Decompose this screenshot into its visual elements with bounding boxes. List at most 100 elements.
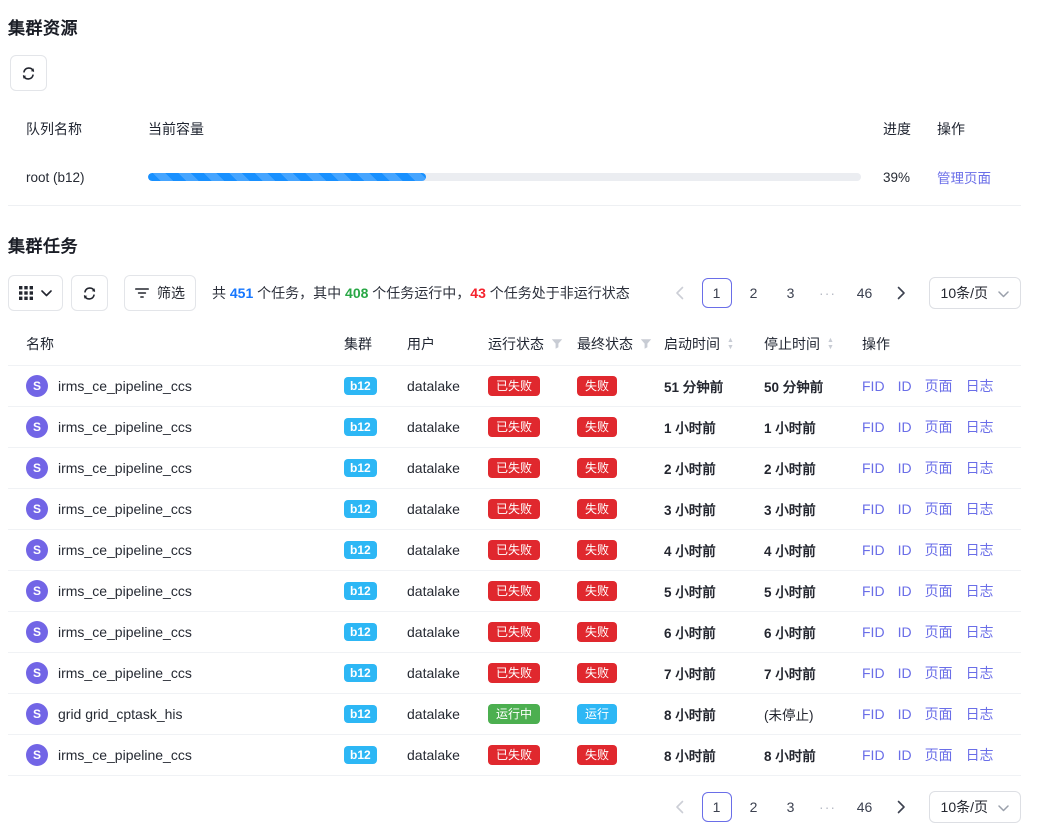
id-link[interactable]: ID [898, 460, 912, 476]
log-link[interactable]: 日志 [966, 417, 994, 437]
task-cluster-cell: b12 [344, 582, 407, 600]
final-status-badge: 失败 [577, 663, 617, 683]
page-size-select[interactable]: 10条/页 [929, 791, 1021, 823]
stop-time: 8 小时前 [764, 745, 816, 765]
pagination-page-2[interactable]: 2 [739, 792, 769, 822]
fid-link[interactable]: FID [862, 501, 885, 517]
pagination-next-button[interactable] [887, 278, 917, 308]
id-link[interactable]: ID [898, 665, 912, 681]
log-link[interactable]: 日志 [966, 622, 994, 642]
stop-time-cell: 7 小时前 [764, 663, 862, 683]
table-row: Sirms_ce_pipeline_ccsb12datalake已失败失败3 小… [8, 489, 1021, 530]
log-link[interactable]: 日志 [966, 663, 994, 683]
col-run: 运行状态 [488, 334, 577, 354]
log-link[interactable]: 日志 [966, 458, 994, 478]
log-link[interactable]: 日志 [966, 581, 994, 601]
fid-link[interactable]: FID [862, 419, 885, 435]
tasks-table-header: 名称集群用户运行状态最终状态启动时间▲▼停止时间▲▼操作 [8, 323, 1021, 366]
cluster-tag: b12 [344, 459, 377, 477]
pagination-ellipsis[interactable]: ··· [813, 278, 843, 308]
log-link[interactable]: 日志 [966, 745, 994, 765]
stop-time: 3 小时前 [764, 499, 816, 519]
stop-time-cell: (未停止) [764, 704, 862, 724]
log-link[interactable]: 日志 [966, 704, 994, 724]
filter-button[interactable]: 筛选 [124, 275, 196, 311]
fid-link[interactable]: FID [862, 542, 885, 558]
final-status-badge: 失败 [577, 499, 617, 519]
page-link[interactable]: 页面 [925, 622, 953, 642]
task-actions-cell: FID ID 页面日志 [862, 581, 1021, 601]
pagination-page-1[interactable]: 1 [702, 278, 732, 308]
table-row: Sirms_ce_pipeline_ccsb12datalake已失败失败4 小… [8, 530, 1021, 571]
page-link[interactable]: 页面 [925, 745, 953, 765]
pagination-page-1[interactable]: 1 [702, 792, 732, 822]
task-cluster-cell: b12 [344, 623, 407, 641]
fid-link[interactable]: FID [862, 460, 885, 476]
col-progress: 进度 [883, 119, 935, 139]
fid-link[interactable]: FID [862, 624, 885, 640]
tasks-refresh-button[interactable] [71, 275, 108, 311]
final-status-badge: 失败 [577, 376, 617, 396]
pagination-prev-button[interactable] [665, 278, 695, 308]
id-link[interactable]: ID [898, 706, 912, 722]
page-link[interactable]: 页面 [925, 499, 953, 519]
id-link[interactable]: ID [898, 501, 912, 517]
page-size-select[interactable]: 10条/页 [929, 277, 1021, 309]
pagination-page-46[interactable]: 46 [850, 278, 880, 308]
task-cluster-cell: b12 [344, 418, 407, 436]
id-link[interactable]: ID [898, 583, 912, 599]
start-time: 8 小时前 [664, 745, 716, 765]
id-link[interactable]: ID [898, 542, 912, 558]
run-status-cell: 已失败 [488, 417, 577, 437]
summary-total-count: 451 [230, 285, 253, 301]
page-link[interactable]: 页面 [925, 581, 953, 601]
col-stop: 停止时间▲▼ [764, 334, 862, 354]
log-link[interactable]: 日志 [966, 540, 994, 560]
page-link[interactable]: 页面 [925, 704, 953, 724]
id-link[interactable]: ID [898, 747, 912, 763]
page-link[interactable]: 页面 [925, 458, 953, 478]
fid-link[interactable]: FID [862, 706, 885, 722]
sort-carets-icon[interactable]: ▲▼ [727, 337, 734, 352]
final-status-cell: 失败 [577, 417, 664, 437]
page-link[interactable]: 页面 [925, 376, 953, 396]
summary-mid1: 个任务，其中 [253, 285, 345, 301]
run-status-badge: 已失败 [488, 745, 540, 765]
resources-refresh-button[interactable] [10, 55, 47, 91]
pagination-page-46[interactable]: 46 [850, 792, 880, 822]
task-cluster-cell: b12 [344, 746, 407, 764]
task-name-cell: Sgrid grid_cptask_his [8, 703, 344, 725]
filter-funnel-icon[interactable] [551, 338, 563, 350]
pagination-page-3[interactable]: 3 [776, 792, 806, 822]
pagination-prev-button[interactable] [665, 792, 695, 822]
tasks-summary: 共 451 个任务，其中 408 个任务运行中，43 个任务处于非运行状态 [212, 283, 630, 303]
final-status-cell: 失败 [577, 376, 664, 396]
page-link[interactable]: 页面 [925, 417, 953, 437]
log-link[interactable]: 日志 [966, 499, 994, 519]
sort-carets-icon[interactable]: ▲▼ [827, 337, 834, 352]
task-user-cell: datalake [407, 706, 488, 722]
log-link[interactable]: 日志 [966, 376, 994, 396]
run-status-badge: 已失败 [488, 376, 540, 396]
col-actions: 操作 [862, 334, 1021, 354]
page-link[interactable]: 页面 [925, 663, 953, 683]
fid-link[interactable]: FID [862, 665, 885, 681]
run-status-badge: 已失败 [488, 417, 540, 437]
layout-grid-button[interactable] [8, 275, 63, 311]
fid-link[interactable]: FID [862, 747, 885, 763]
task-name-cell: Sirms_ce_pipeline_ccs [8, 539, 344, 561]
pagination-page-2[interactable]: 2 [739, 278, 769, 308]
id-link[interactable]: ID [898, 378, 912, 394]
run-status-cell: 已失败 [488, 499, 577, 519]
pagination-ellipsis[interactable]: ··· [813, 792, 843, 822]
task-cluster-cell: b12 [344, 541, 407, 559]
filter-funnel-icon[interactable] [640, 338, 652, 350]
fid-link[interactable]: FID [862, 583, 885, 599]
manage-page-link[interactable]: 管理页面 [937, 171, 991, 186]
id-link[interactable]: ID [898, 624, 912, 640]
pagination-next-button[interactable] [887, 792, 917, 822]
id-link[interactable]: ID [898, 419, 912, 435]
fid-link[interactable]: FID [862, 378, 885, 394]
pagination-page-3[interactable]: 3 [776, 278, 806, 308]
page-link[interactable]: 页面 [925, 540, 953, 560]
